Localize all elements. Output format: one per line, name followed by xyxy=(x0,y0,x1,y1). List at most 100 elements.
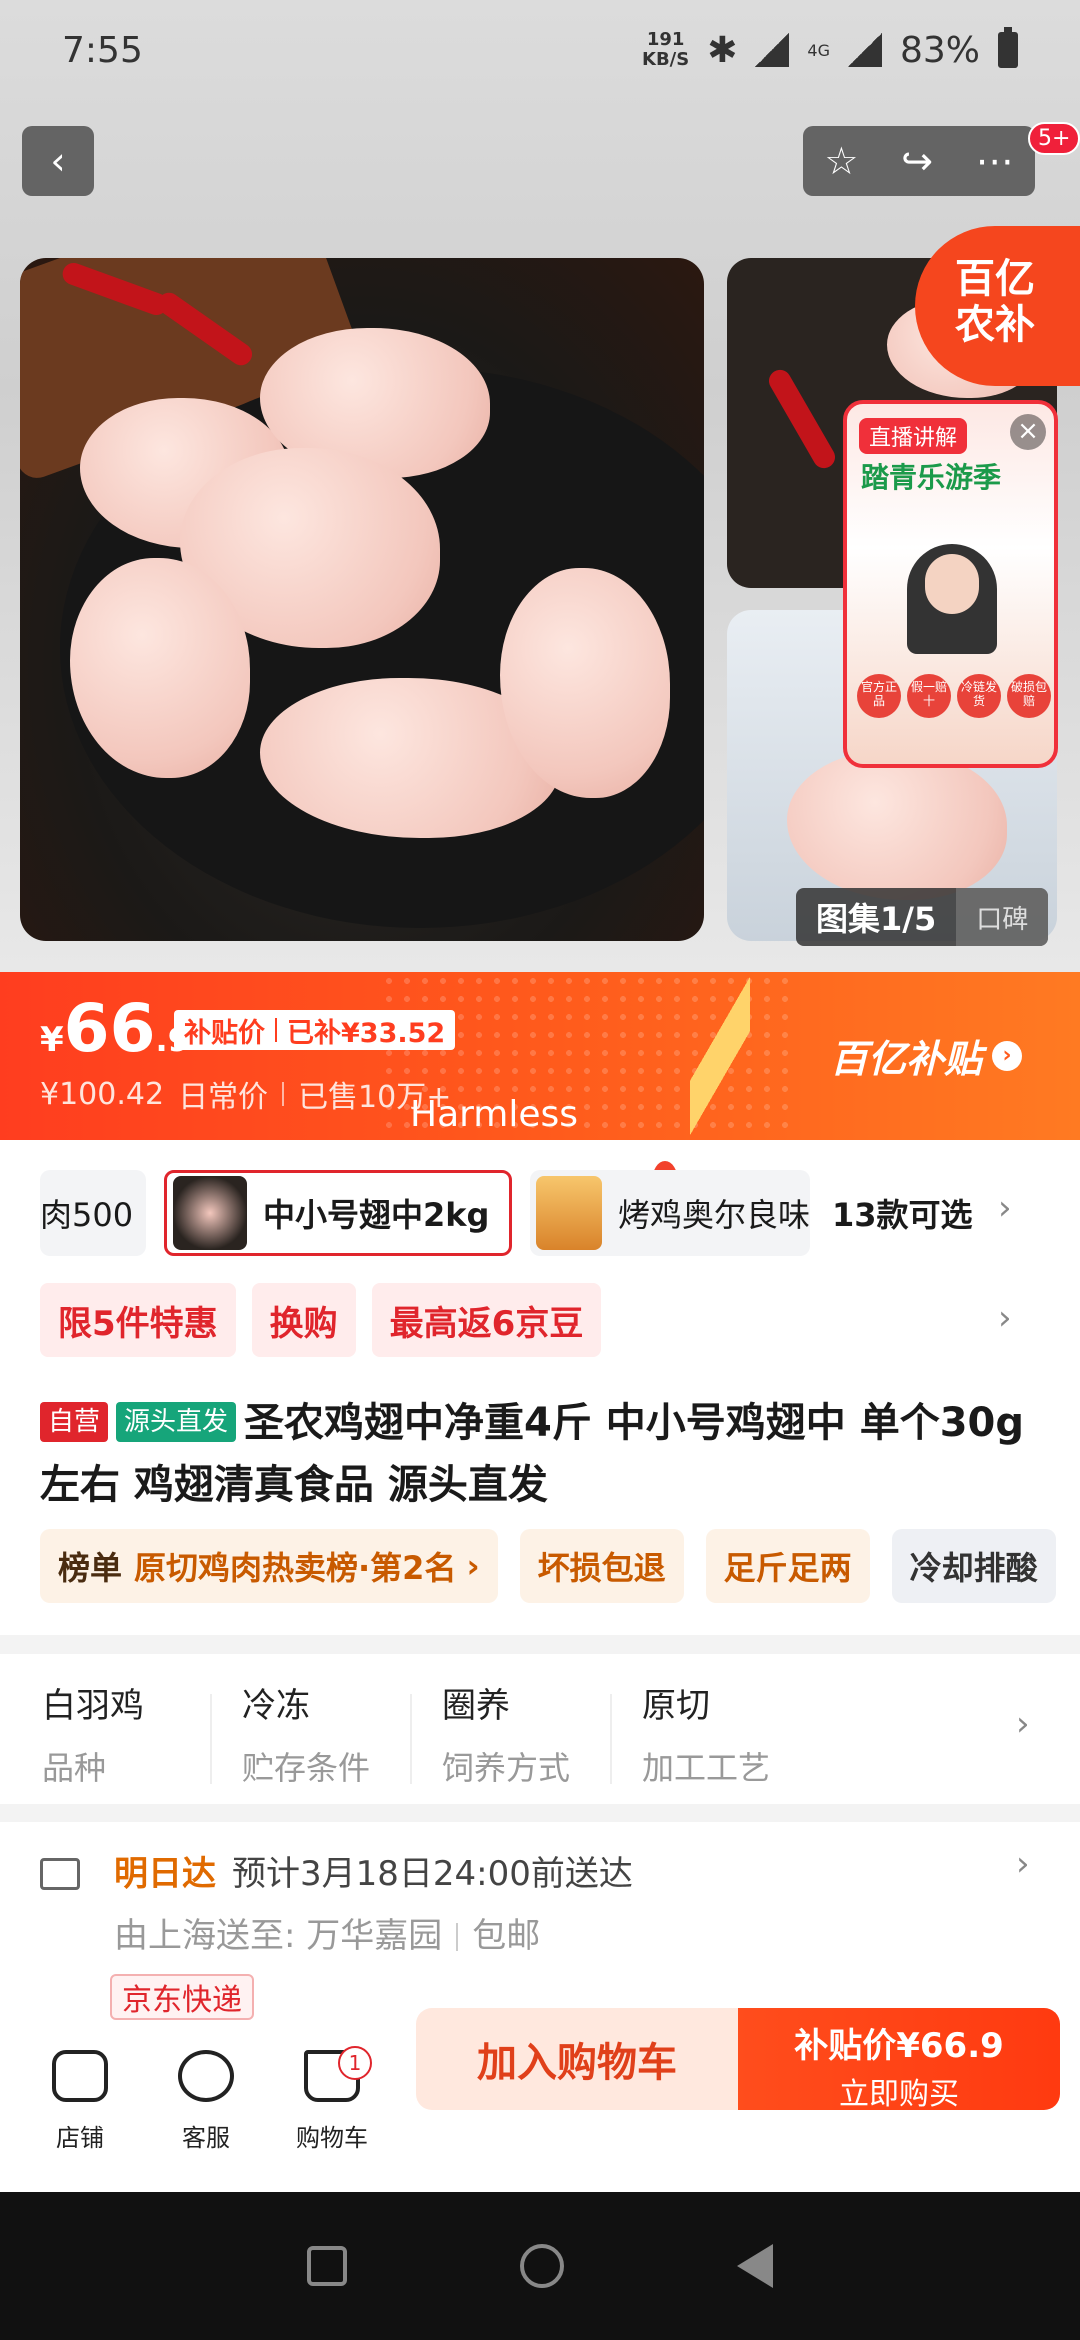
product-title: 自营 源头直发 圣农鸡翅中净重4斤 中小号鸡翅中 单个30g左右 鸡翅清真食品 源头… xyxy=(40,1392,1050,1516)
delivery-eta-text: 预计3月18日24:00前送达 xyxy=(232,1854,633,1894)
delivery-eta: 明日达 预计3月18日24:00前送达 xyxy=(114,1846,633,1895)
divider xyxy=(456,1923,459,1951)
star-icon[interactable]: ☆ xyxy=(824,139,858,183)
service-chip[interactable]: 足斤足两 xyxy=(705,1529,870,1603)
attribute-value: 白羽鸡 xyxy=(42,1686,144,1726)
delivery-from: 由上海送至: xyxy=(114,1916,296,1956)
rank-value: 原切鸡肉热卖榜·第2名 xyxy=(134,1549,457,1587)
network-speed-value: 191 xyxy=(646,29,685,50)
signal-icon xyxy=(755,33,790,67)
delivery-address: 由上海送至: 万华嘉园 包邮 xyxy=(114,1908,540,1957)
variant-label: 烤鸡奥尔良味 xyxy=(617,1196,810,1234)
service-button[interactable]: 客服 xyxy=(156,2050,256,2153)
live-chip: 冷链发货 xyxy=(957,674,1001,718)
price-meta: ¥100.42 日常价 已售10万+ xyxy=(40,1072,451,1116)
variant-option[interactable]: 肉500 xyxy=(40,1170,146,1256)
variant-label: 中小号翅中2kg xyxy=(263,1196,490,1234)
more-icon[interactable]: ⋯ xyxy=(976,139,1014,183)
service-chip[interactable]: 坏损包退 xyxy=(519,1529,684,1603)
variant-thumbnail xyxy=(536,1176,602,1250)
service-chip[interactable]: 冷却排酸 xyxy=(891,1529,1056,1603)
gallery-counter[interactable]: 图集1/5 口碑 xyxy=(796,888,1049,946)
rank-chips: 榜单 原切鸡肉热卖榜·第2名 › 坏损包退 足斤足两 冷却排酸 xyxy=(40,1529,1056,1603)
divider xyxy=(282,1082,285,1106)
divider xyxy=(410,1694,412,1784)
battery-percent: 83% xyxy=(899,29,980,71)
buy-now-button[interactable]: 补贴价¥66.9 立即购买 xyxy=(738,2008,1060,2112)
signal-icon-2 xyxy=(847,33,882,67)
promo-tag[interactable]: 限5件特惠 xyxy=(40,1283,236,1357)
shipping-fee: 包邮 xyxy=(472,1916,541,1956)
corner-brand-line1: 百亿 xyxy=(955,256,1035,302)
chevron-right-icon[interactable]: › xyxy=(998,1188,1012,1228)
buy-now-label: 立即购买 xyxy=(839,2077,959,2112)
variant-option-selected[interactable]: 中小号翅中2kg xyxy=(164,1161,678,1256)
close-icon[interactable]: × xyxy=(1010,414,1046,450)
chicken-wing xyxy=(787,750,1007,900)
subsidy-amount: 已补¥33.52 xyxy=(287,1017,446,1049)
subsidy-badge: 补贴价 已补¥33.52 xyxy=(174,1010,456,1050)
live-tag: 直播讲解 xyxy=(859,418,968,454)
back-nav-icon[interactable] xyxy=(737,2244,774,2288)
divider xyxy=(275,1018,277,1042)
subsidy-brand-link[interactable]: 百亿补贴 › xyxy=(830,1028,1023,1083)
header-actions: ☆ ↪ ⋯ xyxy=(803,126,1035,196)
attribute-value: 原切 xyxy=(642,1686,710,1726)
live-chip: 假一赔十 xyxy=(907,674,951,718)
gallery-counter-label: 图集1/5 xyxy=(816,900,937,938)
live-chip: 官方正品 xyxy=(857,674,901,718)
promo-tag[interactable]: 最高返6京豆 xyxy=(371,1283,602,1357)
presenter-face xyxy=(925,554,979,614)
variant-option[interactable]: 烤鸡奥尔良味 xyxy=(530,1170,810,1256)
live-chips: 官方正品 假一赔十 冷链发货 破损包赔 xyxy=(857,674,1051,718)
divider xyxy=(610,1694,612,1784)
source-direct-tag: 源头直发 xyxy=(116,1402,237,1442)
home-icon[interactable] xyxy=(519,2244,564,2288)
bluetooth-icon: ✱ xyxy=(707,29,738,71)
add-to-cart-button[interactable]: 加入购物车 xyxy=(416,2008,738,2110)
chat-icon xyxy=(178,2050,234,2102)
battery-icon xyxy=(998,27,1018,68)
variant-count[interactable]: 13款可选 xyxy=(832,1190,973,1236)
self-operated-tag: 自营 xyxy=(40,1402,109,1442)
delivery-to: 万华嘉园 xyxy=(306,1916,443,1956)
delivery-speed: 明日达 xyxy=(114,1854,216,1894)
attribute-item: 冷冻 贮存条件 xyxy=(242,1678,370,1789)
share-icon[interactable]: ↪ xyxy=(901,139,933,183)
chevron-right-icon: › xyxy=(992,1040,1023,1071)
attributes-panel[interactable]: 白羽鸡 品种 冷冻 贮存条件 圈养 饲养方式 原切 加工工艺 › xyxy=(0,1654,1080,1804)
store-button[interactable]: 店铺 xyxy=(30,2050,130,2153)
corner-brand-line2: 农补 xyxy=(955,302,1035,348)
live-title: 踏青乐游季 xyxy=(861,461,1002,494)
recents-icon[interactable] xyxy=(306,2246,347,2286)
carrier-tag: 京东快递 xyxy=(110,1974,254,2020)
price: ¥ 66 .9 xyxy=(40,990,190,1067)
system-nav-bar xyxy=(0,2192,1080,2340)
network-speed-unit: KB/S xyxy=(642,49,690,70)
attribute-key: 贮存条件 xyxy=(242,1749,371,1787)
status-bar: 7:55 191 KB/S ✱ 4G 83% xyxy=(0,0,1080,100)
variant-selector: 肉500 中小号翅中2kg 烤鸡奥尔良味 13款可选 › xyxy=(0,1161,1080,1256)
attribute-key: 加工工艺 xyxy=(642,1749,771,1787)
original-label: 日常价 xyxy=(178,1080,269,1115)
brand-label: 百亿补贴 xyxy=(830,1037,983,1081)
subsidy-corner-logo[interactable]: 百亿 农补 xyxy=(915,226,1080,386)
store-label: 店铺 xyxy=(56,2124,104,2152)
notification-badge: 5+ xyxy=(1028,122,1080,155)
live-stream-overlay[interactable]: 直播讲解 × 踏青乐游季 官方正品 假一赔十 冷链发货 破损包赔 xyxy=(843,400,1058,768)
back-button[interactable]: ‹ xyxy=(22,126,94,196)
price-currency: ¥ xyxy=(40,1020,64,1060)
chevron-right-icon[interactable]: › xyxy=(998,1298,1012,1338)
promotions: 限5件特惠 换购 最高返6京豆 xyxy=(40,1283,602,1357)
word-of-mouth-tab[interactable]: 口碑 xyxy=(956,888,1049,946)
price-integer: 66 xyxy=(63,990,156,1067)
rank-chip[interactable]: 榜单 原切鸡肉热卖榜·第2名 › xyxy=(40,1529,498,1603)
product-image-main[interactable] xyxy=(20,258,704,941)
rank-key: 榜单 xyxy=(58,1549,123,1587)
store-icon xyxy=(52,2050,108,2102)
promo-tag[interactable]: 换购 xyxy=(251,1283,356,1357)
attribute-value: 圈养 xyxy=(442,1686,510,1726)
attribute-item: 原切 加工工艺 xyxy=(642,1678,770,1789)
network-type: 4G xyxy=(807,40,830,60)
overlay-text: Harmless xyxy=(410,1094,579,1135)
